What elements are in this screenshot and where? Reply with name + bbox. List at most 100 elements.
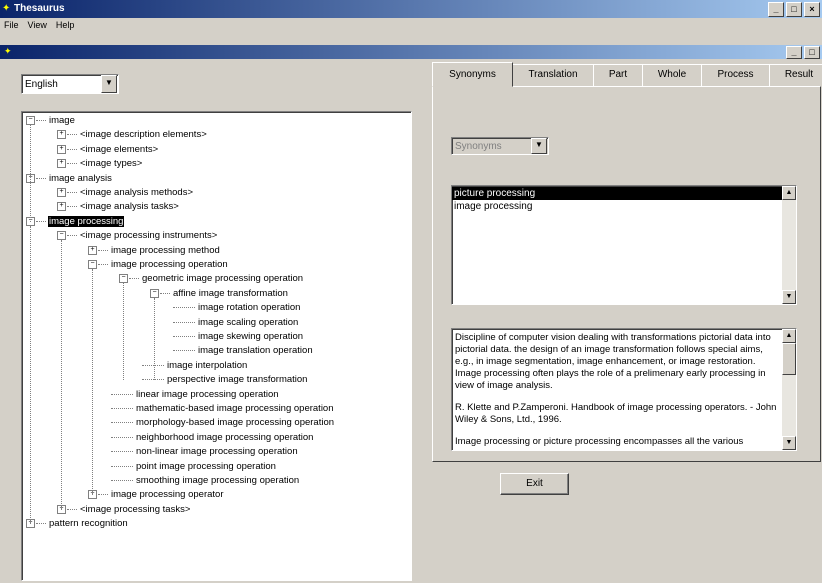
tree-node-label: smoothing image processing operation xyxy=(136,475,300,486)
tree-connector xyxy=(67,191,77,193)
expand-icon[interactable]: + xyxy=(88,245,97,255)
tree-connector xyxy=(142,379,164,381)
exit-button[interactable]: Exit xyxy=(500,473,569,495)
tree-node-label: image translation operation xyxy=(198,345,313,357)
description-box[interactable]: Discipline of computer vision dealing wi… xyxy=(451,328,797,451)
concept-tree[interactable]: − image + <image description elements> + <ima… xyxy=(21,111,412,581)
tree-connector xyxy=(98,494,108,496)
tree-connector xyxy=(173,321,195,323)
tree-node[interactable]: + <image types> xyxy=(57,158,143,170)
scroll-down-icon[interactable]: ▼ xyxy=(782,436,796,450)
tree-node[interactable]: − geometric image processing operation xyxy=(119,273,304,285)
tree-node[interactable]: image scaling operation xyxy=(173,316,299,329)
tree-connector xyxy=(111,465,133,467)
collapse-icon[interactable]: − xyxy=(119,274,128,284)
expand-icon[interactable]: + xyxy=(57,202,66,212)
tree-node[interactable]: image interpolation xyxy=(142,360,248,372)
tree-node-label: image scaling operation xyxy=(198,316,299,328)
collapse-icon[interactable]: − xyxy=(150,288,159,298)
tree-node-label: mathematic-based image processing operat… xyxy=(136,403,334,414)
synonyms-scrollbar[interactable]: ▲ ▼ xyxy=(782,186,796,304)
tree-node[interactable]: perspective image transformation xyxy=(142,374,308,386)
tree-node[interactable]: − image processing operation xyxy=(88,259,229,271)
menu-help[interactable]: Help xyxy=(52,19,80,33)
tree-node-label: image processing method xyxy=(111,244,220,256)
tree-node-label: affine image transformation xyxy=(173,287,288,299)
tree-connector xyxy=(36,220,46,222)
menu-view[interactable]: View xyxy=(24,19,52,33)
tree-node[interactable]: + <image analysis tasks> xyxy=(57,201,180,213)
description-paragraph: R. Klette and P.Zamperoni. Handbook of i… xyxy=(455,402,777,425)
menu-bar: File View Help xyxy=(0,19,822,33)
minimize-button[interactable]: _ xyxy=(768,2,784,17)
tree-node[interactable]: + image processing operator xyxy=(88,489,224,501)
tab-part[interactable]: Part xyxy=(593,64,643,87)
tree-node[interactable]: image rotation operation xyxy=(173,302,301,314)
chevron-down-icon[interactable]: ▼ xyxy=(101,75,117,93)
scroll-up-icon[interactable]: ▲ xyxy=(782,329,796,343)
tree-connector xyxy=(36,119,46,121)
tab-whole[interactable]: Whole xyxy=(642,64,702,87)
tree-node[interactable]: + <image description elements> xyxy=(57,129,208,141)
expand-icon[interactable]: + xyxy=(57,144,66,154)
tree-guide-line xyxy=(123,283,124,381)
synonyms-list[interactable]: picture processing image processing ▲ ▼ xyxy=(451,185,797,305)
tree-node[interactable]: point image processing operation xyxy=(111,461,277,473)
close-button[interactable]: × xyxy=(804,2,820,17)
tree-node-label: <image analysis tasks> xyxy=(80,201,179,213)
tree-connector xyxy=(111,436,133,438)
synonym-item[interactable]: image processing xyxy=(452,200,782,213)
maximize-button[interactable]: □ xyxy=(786,2,802,17)
child-maximize-button[interactable]: □ xyxy=(804,46,820,59)
tab-synonyms[interactable]: Synonyms xyxy=(432,62,513,87)
scroll-thumb[interactable] xyxy=(782,343,796,375)
tree-node[interactable]: − <image processing instruments> xyxy=(57,230,218,242)
tab-process[interactable]: Process xyxy=(701,64,770,87)
expand-icon[interactable]: + xyxy=(57,159,66,169)
tree-node[interactable]: + <image analysis methods> xyxy=(57,187,194,199)
collapse-icon[interactable]: − xyxy=(26,115,35,125)
tree-node[interactable]: neighborhood image processing operation xyxy=(111,432,314,444)
expand-icon[interactable]: + xyxy=(57,187,66,197)
tree-node[interactable]: smoothing image processing operation xyxy=(111,475,300,487)
tree-node[interactable]: linear image processing operation xyxy=(111,389,280,401)
description-scrollbar[interactable]: ▲ ▼ xyxy=(782,329,796,450)
tree-node[interactable]: + image processing method xyxy=(88,245,221,257)
tree-node[interactable]: + pattern recognition xyxy=(26,518,129,530)
relation-select[interactable]: Synonyms ▼ xyxy=(451,137,549,155)
scroll-down-icon[interactable]: ▼ xyxy=(782,290,796,304)
scroll-up-icon[interactable]: ▲ xyxy=(782,186,796,200)
collapse-icon[interactable]: − xyxy=(88,259,97,269)
tree-connector xyxy=(36,523,46,525)
menu-file[interactable]: File xyxy=(0,19,24,33)
tree-node[interactable]: mathematic-based image processing operat… xyxy=(111,403,335,415)
tree-node-label: <image processing tasks> xyxy=(80,503,191,515)
tab-translation[interactable]: Translation xyxy=(512,64,594,87)
tree-node-label: geometric image processing operation xyxy=(142,273,304,285)
tree-node[interactable]: − affine image transformation xyxy=(150,288,289,300)
synonym-item[interactable]: picture processing xyxy=(452,187,782,200)
tree-node[interactable]: non-linear image processing operation xyxy=(111,446,299,458)
tree-node[interactable]: + <image processing tasks> xyxy=(57,504,191,516)
tree-node[interactable]: − image processing xyxy=(26,215,125,228)
child-window-titlebar: ✦ _ □ xyxy=(0,45,822,59)
tree-node[interactable]: morphology-based image processing operat… xyxy=(111,417,335,429)
tree-connector xyxy=(67,148,77,150)
language-select[interactable]: English ▼ xyxy=(21,74,119,94)
tab-result[interactable]: Result xyxy=(769,64,822,87)
tree-node[interactable]: − image xyxy=(26,115,76,127)
description-paragraph: Discipline of computer vision dealing wi… xyxy=(455,332,771,391)
tree-node[interactable]: + <image elements> xyxy=(57,144,159,156)
tree-connector xyxy=(36,177,46,179)
tree-node[interactable]: image skewing operation xyxy=(173,331,304,343)
expand-icon[interactable]: + xyxy=(57,130,66,140)
tree-node-label: image processing operator xyxy=(111,489,224,501)
tree-node[interactable]: − image analysis xyxy=(26,173,113,185)
tree-connector xyxy=(67,206,77,208)
tree-connector xyxy=(111,422,133,424)
tree-node-label: <image description elements> xyxy=(80,129,207,141)
collapse-icon[interactable]: − xyxy=(57,231,66,241)
child-minimize-button[interactable]: _ xyxy=(786,46,802,59)
chevron-down-icon[interactable]: ▼ xyxy=(531,138,547,154)
tree-node[interactable]: image translation operation xyxy=(173,345,314,357)
